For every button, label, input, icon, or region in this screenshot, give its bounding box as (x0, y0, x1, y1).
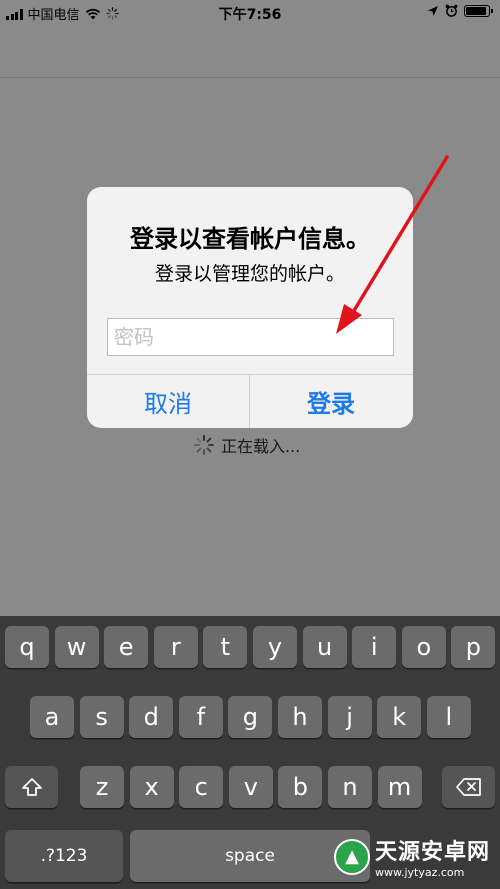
battery-icon (464, 4, 493, 17)
key-f[interactable]: f (178, 696, 223, 738)
key-v[interactable]: v (228, 766, 273, 808)
loading-spinner-icon (194, 435, 214, 455)
alarm-clock-icon (445, 4, 458, 17)
numbers-key[interactable]: .?123 (5, 830, 123, 882)
key-e[interactable]: e (104, 626, 149, 668)
key-d[interactable]: d (129, 696, 174, 738)
key-o[interactable]: o (401, 626, 446, 668)
key-a[interactable]: a (30, 696, 74, 738)
clock: 下午7:56 (218, 7, 282, 23)
key-n[interactable]: n (328, 766, 372, 808)
key-g[interactable]: g (228, 696, 273, 738)
key-u[interactable]: u (302, 626, 347, 668)
key-z[interactable]: z (80, 766, 124, 808)
watermark: ▲ 天源安卓网 www.jytyaz.com (333, 834, 490, 879)
key-y[interactable]: y (253, 626, 297, 668)
status-right (427, 4, 493, 17)
key-t[interactable]: t (203, 626, 248, 668)
dialog-title: 登录以查看帐户信息。 (130, 225, 370, 253)
sign-in-dialog: 登录以查看帐户信息。 登录以管理您的帐户。 取消 登录 (87, 187, 413, 428)
key-k[interactable]: k (377, 696, 422, 738)
loading-indicator: 正在载入... (193, 433, 300, 457)
watermark-logo-icon: ▲ (333, 838, 370, 875)
dialog-message: 登录以管理您的帐户。 (154, 263, 345, 285)
key-h[interactable]: h (278, 696, 322, 738)
key-j[interactable]: j (327, 696, 372, 738)
key-w[interactable]: w (54, 626, 99, 668)
shift-arrow-icon (21, 778, 42, 796)
status-bar: 中国电信 下午7:56 (0, 0, 500, 26)
key-r[interactable]: r (153, 626, 198, 668)
key-l[interactable]: l (426, 696, 471, 738)
cancel-button[interactable]: 取消 (87, 375, 249, 428)
backspace-key[interactable] (442, 766, 495, 808)
key-x[interactable]: x (129, 766, 174, 808)
key-q[interactable]: q (5, 626, 49, 668)
nav-bar-divider (0, 77, 500, 78)
key-s[interactable]: s (79, 696, 124, 738)
watermark-text: 天源安卓网 www.jytyaz.com (375, 834, 490, 879)
shift-key[interactable] (5, 766, 58, 808)
key-m[interactable]: m (377, 766, 422, 808)
password-input[interactable] (107, 318, 394, 356)
battery-fill (466, 6, 486, 15)
login-button[interactable]: 登录 (250, 375, 412, 428)
key-p[interactable]: p (451, 626, 496, 668)
watermark-url: www.jytyaz.com (374, 866, 465, 879)
key-c[interactable]: c (179, 766, 224, 808)
location-arrow-icon (428, 5, 438, 16)
backspace-icon (455, 778, 481, 796)
key-b[interactable]: b (278, 766, 323, 808)
key-i[interactable]: i (352, 626, 397, 668)
loading-text: 正在载入... (221, 437, 301, 456)
watermark-name: 天源安卓网 (374, 840, 490, 865)
